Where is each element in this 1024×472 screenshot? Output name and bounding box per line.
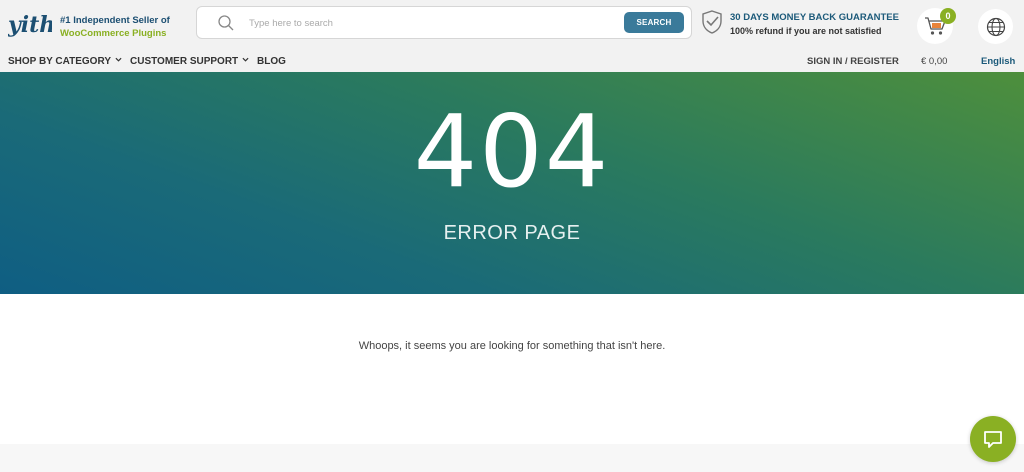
nav-shop-by-category-label: SHOP BY CATEGORY — [8, 56, 111, 67]
sign-in-register-link[interactable]: SIGN IN / REGISTER — [807, 56, 899, 67]
language-link[interactable]: English — [981, 56, 1015, 67]
search-button[interactable]: SEARCH — [624, 12, 684, 33]
footer-strip — [0, 444, 1024, 472]
search-bar: SEARCH — [196, 6, 692, 39]
error-label: ERROR PAGE — [443, 222, 581, 244]
not-found-message: Whoops, it seems you are looking for som… — [358, 340, 666, 352]
chevron-down-icon — [115, 57, 122, 62]
guarantee-subtitle: 100% refund if you are not satisfied — [730, 26, 882, 36]
chat-icon — [984, 431, 1002, 448]
search-input[interactable] — [247, 14, 607, 32]
tagline: #1 Independent Seller of WooCommerce Plu… — [60, 14, 170, 40]
chevron-down-icon — [242, 57, 249, 62]
shield-check-icon — [702, 10, 722, 34]
guarantee-title: 30 DAYS MONEY BACK GUARANTEE — [730, 12, 899, 23]
search-icon — [218, 15, 234, 31]
chat-button[interactable] — [970, 416, 1016, 462]
nav-shop-by-category[interactable]: SHOP BY CATEGORY — [8, 56, 122, 67]
yith-logo-icon: yith — [8, 12, 52, 38]
language-selector-button[interactable] — [978, 9, 1013, 44]
tagline-line2: WooCommerce Plugins — [60, 28, 167, 39]
main-nav: SHOP BY CATEGORY CUSTOMER SUPPORT BLOG S… — [0, 54, 1024, 72]
globe-icon — [986, 17, 1005, 36]
nav-customer-support[interactable]: CUSTOMER SUPPORT — [130, 56, 249, 67]
error-hero: 404 ERROR PAGE — [0, 72, 1024, 294]
cart-total: € 0,00 — [921, 56, 948, 67]
error-code: 404 — [413, 93, 611, 210]
cart-count-badge: 0 — [940, 8, 956, 24]
site-header: yith #1 Independent Seller of WooCommerc… — [0, 0, 1024, 72]
tagline-line1: #1 Independent Seller of — [60, 15, 170, 26]
svg-text:yith: yith — [8, 12, 52, 38]
nav-customer-support-label: CUSTOMER SUPPORT — [130, 56, 239, 67]
nav-blog[interactable]: BLOG — [257, 56, 286, 67]
